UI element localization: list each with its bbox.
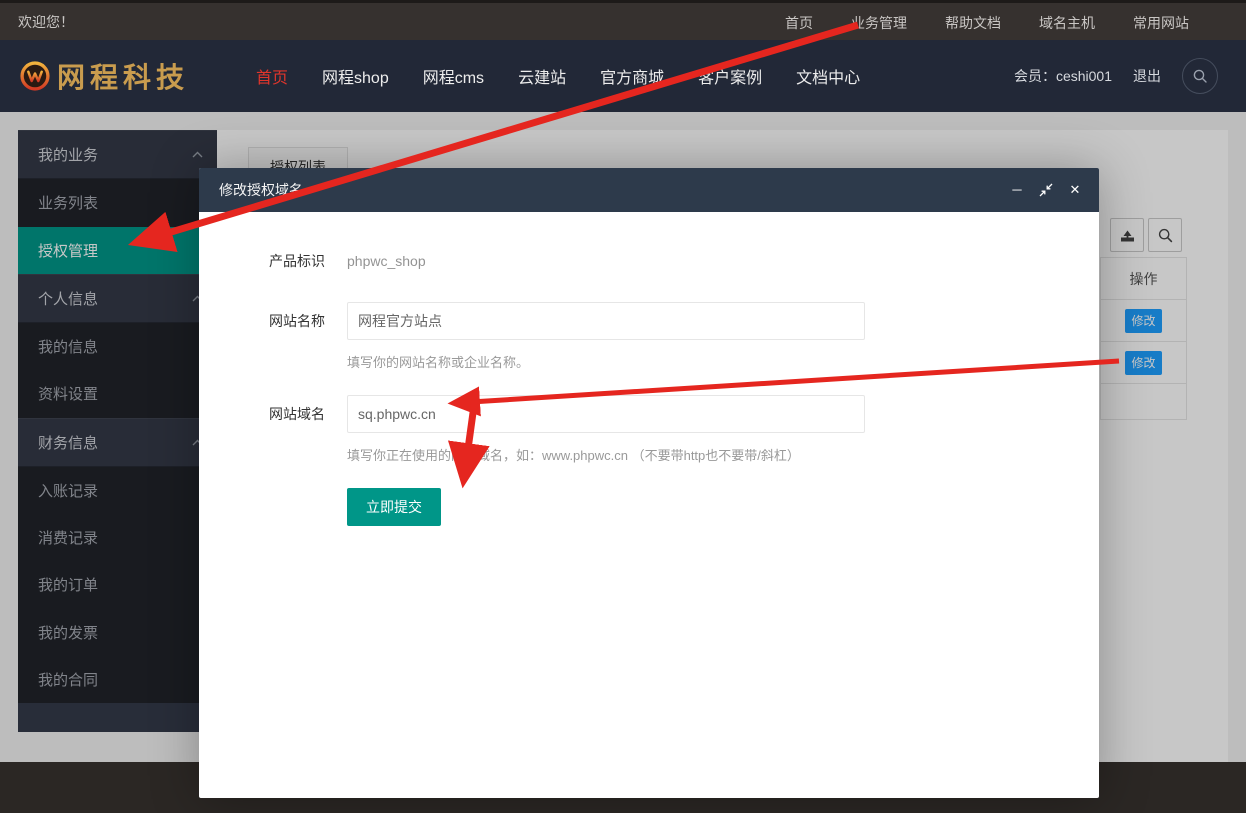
- topbar-link-domain-host[interactable]: 域名主机: [1039, 13, 1095, 33]
- top-utility-bar: 欢迎您！ 首页 业务管理 帮助文档 域名主机 常用网站: [0, 0, 1246, 40]
- main-nav: 首页 网程shop 网程cms 云建站 官方商城 客户案例 文档中心: [256, 40, 860, 112]
- search-icon: [1192, 68, 1208, 84]
- site-domain-label: 网站域名: [269, 404, 347, 424]
- topbar-link-home[interactable]: 首页: [785, 13, 813, 33]
- welcome-text: 欢迎您！: [18, 12, 74, 32]
- close-icon[interactable]: ✕: [1067, 182, 1083, 198]
- site-domain-input[interactable]: [347, 395, 865, 433]
- site-name-input[interactable]: [347, 302, 865, 340]
- site-name-label: 网站名称: [269, 311, 347, 331]
- member-name: 会员：ceshi001: [1014, 66, 1112, 86]
- modal-controls: ─ ✕: [1009, 168, 1083, 212]
- topbar-link-help-docs[interactable]: 帮助文档: [945, 13, 1001, 33]
- nav-home[interactable]: 首页: [256, 64, 288, 88]
- brand-name: 网程科技: [57, 56, 189, 96]
- nav-cloud-site[interactable]: 云建站: [518, 64, 566, 88]
- edit-domain-modal: 修改授权域名 ─ ✕ 产品标识 phpwc_shop: [199, 168, 1099, 798]
- product-id-row: 产品标识 phpwc_shop: [199, 242, 1099, 280]
- nav-shop[interactable]: 网程shop: [322, 64, 389, 88]
- product-id-label: 产品标识: [269, 251, 347, 271]
- restore-icon[interactable]: [1038, 183, 1054, 197]
- topbar-link-common-sites[interactable]: 常用网站: [1133, 13, 1189, 33]
- modal-header[interactable]: 修改授权域名 ─ ✕: [199, 168, 1099, 212]
- minimize-icon[interactable]: ─: [1009, 182, 1025, 198]
- logout-link[interactable]: 退出: [1133, 66, 1161, 86]
- modal-title: 修改授权域名: [219, 180, 303, 200]
- brand-logo-icon: [20, 61, 50, 91]
- site-domain-row: 网站域名: [199, 395, 1099, 433]
- site-name-row: 网站名称: [199, 302, 1099, 340]
- site-name-help: 填写你的网站名称或企业名称。: [199, 353, 1099, 373]
- nav-official-mall[interactable]: 官方商城: [600, 64, 664, 88]
- search-button[interactable]: [1182, 58, 1218, 94]
- nav-cms[interactable]: 网程cms: [423, 64, 484, 88]
- brand[interactable]: 网程科技: [20, 40, 189, 112]
- modal-body: 产品标识 phpwc_shop 网站名称 填写你的网站名称或企业名称。 网站域名…: [199, 212, 1099, 526]
- topbar-links: 首页 业务管理 帮助文档 域名主机 常用网站: [785, 3, 1189, 43]
- nav-customer-cases[interactable]: 客户案例: [698, 64, 762, 88]
- nav-doc-center[interactable]: 文档中心: [796, 64, 860, 88]
- submit-button[interactable]: 立即提交: [347, 488, 441, 526]
- screen: 欢迎您！ 首页 业务管理 帮助文档 域名主机 常用网站: [0, 0, 1246, 813]
- member-area: 会员：ceshi001 退出: [1014, 40, 1218, 112]
- topbar-link-business[interactable]: 业务管理: [851, 13, 907, 33]
- site-domain-help: 填写你正在使用的网站域名，如：www.phpwc.cn （不要带http也不要带…: [199, 446, 1099, 466]
- product-id-value: phpwc_shop: [347, 253, 426, 269]
- main-header: 网程科技 首页 网程shop 网程cms 云建站 官方商城 客户案例 文档中心 …: [0, 40, 1246, 112]
